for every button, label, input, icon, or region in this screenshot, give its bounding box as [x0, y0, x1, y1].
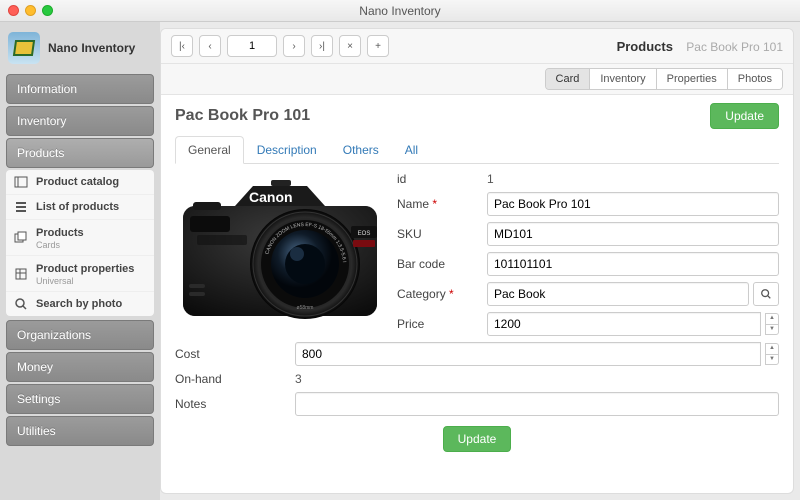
page-title: Pac Book Pro 101	[175, 107, 310, 125]
view-tab-photos[interactable]: Photos	[728, 69, 782, 89]
nav-products[interactable]: Products	[6, 138, 154, 168]
search-icon	[760, 288, 772, 300]
window-title: Nano Inventory	[0, 4, 800, 18]
sub-products-cards[interactable]: Products Cards	[6, 220, 154, 256]
sub-product-catalog[interactable]: Product catalog	[6, 170, 154, 195]
category-lookup-button[interactable]	[753, 282, 779, 306]
label-cost: Cost	[175, 347, 295, 361]
breadcrumb: Products Pac Book Pro 101	[617, 39, 783, 54]
update-button-bottom[interactable]: Update	[443, 426, 512, 452]
label-name: Name *	[397, 197, 487, 211]
price-stepper[interactable]: ▲▼	[765, 313, 779, 335]
nav-products-sub: Product catalog List of products Product…	[6, 170, 154, 316]
view-tabs-row: Card Inventory Properties Photos	[161, 64, 793, 95]
label-category: Category *	[397, 287, 487, 301]
sub-list-of-products[interactable]: List of products	[6, 195, 154, 220]
label-barcode: Bar code	[397, 257, 487, 271]
nav-organizations[interactable]: Organizations	[6, 320, 154, 350]
sub-label: Product catalog	[36, 176, 119, 188]
tab-general[interactable]: General	[175, 136, 244, 164]
cost-stepper[interactable]: ▲▼	[765, 343, 779, 365]
nav-settings[interactable]: Settings	[6, 384, 154, 414]
content: Pac Book Pro 101 Update General Descript…	[161, 95, 793, 493]
tab-description[interactable]: Description	[244, 136, 330, 164]
search-icon	[14, 297, 28, 311]
sub-product-properties[interactable]: Product properties Universal	[6, 256, 154, 292]
value-onhand: 3	[295, 372, 779, 386]
tab-all[interactable]: All	[392, 136, 431, 164]
svg-text:EOS: EOS	[358, 231, 371, 237]
cards-icon	[14, 231, 28, 245]
sub-label: Products	[36, 227, 84, 239]
view-tab-card[interactable]: Card	[546, 69, 591, 89]
catalog-icon	[14, 175, 28, 189]
label-notes: Notes	[175, 397, 295, 411]
sub-search-by-photo[interactable]: Search by photo	[6, 292, 154, 316]
app-name: Nano Inventory	[48, 41, 135, 55]
select-category[interactable]: Pac Book	[487, 282, 749, 306]
input-sku[interactable]	[487, 222, 779, 246]
toolbar: |‹ ‹ › ›| × + Products Pac Book Pro 101	[161, 29, 793, 64]
detail-tabs: General Description Others All	[175, 135, 779, 164]
label-price: Price	[397, 317, 487, 331]
pager-add-button[interactable]: +	[367, 35, 389, 57]
label-id: id	[397, 172, 487, 186]
app-brand: Nano Inventory	[6, 28, 154, 72]
titlebar: Nano Inventory	[0, 0, 800, 22]
view-tab-inventory[interactable]: Inventory	[590, 69, 656, 89]
sub-label: Product properties	[36, 263, 134, 275]
camera-brand-text: Canon	[249, 189, 293, 205]
tab-others[interactable]: Others	[330, 136, 392, 164]
nav-utilities[interactable]: Utilities	[6, 416, 154, 446]
label-sku: SKU	[397, 227, 487, 241]
sub-label: List of products	[36, 201, 119, 213]
svg-text:ø58mm: ø58mm	[297, 305, 314, 311]
label-onhand: On-hand	[175, 372, 295, 386]
camera-icon: Canon ø58mm CANON ZOOM LENS EF-S 18-55mm…	[175, 172, 385, 332]
input-price[interactable]	[487, 312, 761, 336]
breadcrumb-item: Pac Book Pro 101	[686, 40, 783, 54]
pager-last-button[interactable]: ›|	[311, 35, 333, 57]
update-button-top[interactable]: Update	[710, 103, 779, 129]
pager-prev-button[interactable]: ‹	[199, 35, 221, 57]
nav-money[interactable]: Money	[6, 352, 154, 382]
main-panel: |‹ ‹ › ›| × + Products Pac Book Pro 101 …	[160, 28, 794, 494]
pager-next-button[interactable]: ›	[283, 35, 305, 57]
breadcrumb-section: Products	[617, 39, 673, 54]
sub-meta: Cards	[36, 240, 84, 250]
props-icon	[14, 267, 28, 281]
product-image: Canon ø58mm CANON ZOOM LENS EF-S 18-55mm…	[175, 172, 385, 342]
app-icon	[8, 32, 40, 64]
pager-page-input[interactable]	[227, 35, 277, 57]
input-cost[interactable]	[295, 342, 761, 366]
sidebar: Nano Inventory Information Inventory Pro…	[0, 22, 160, 500]
sub-label: Search by photo	[36, 298, 122, 310]
sub-meta: Universal	[36, 276, 134, 286]
list-icon	[14, 200, 28, 214]
input-name[interactable]	[487, 192, 779, 216]
value-id: 1	[487, 172, 779, 186]
pager-delete-button[interactable]: ×	[339, 35, 361, 57]
view-tab-properties[interactable]: Properties	[657, 69, 728, 89]
input-notes[interactable]	[295, 392, 779, 416]
pager-first-button[interactable]: |‹	[171, 35, 193, 57]
nav-information[interactable]: Information	[6, 74, 154, 104]
nav-inventory[interactable]: Inventory	[6, 106, 154, 136]
input-barcode[interactable]	[487, 252, 779, 276]
view-tabs: Card Inventory Properties Photos	[545, 68, 783, 90]
